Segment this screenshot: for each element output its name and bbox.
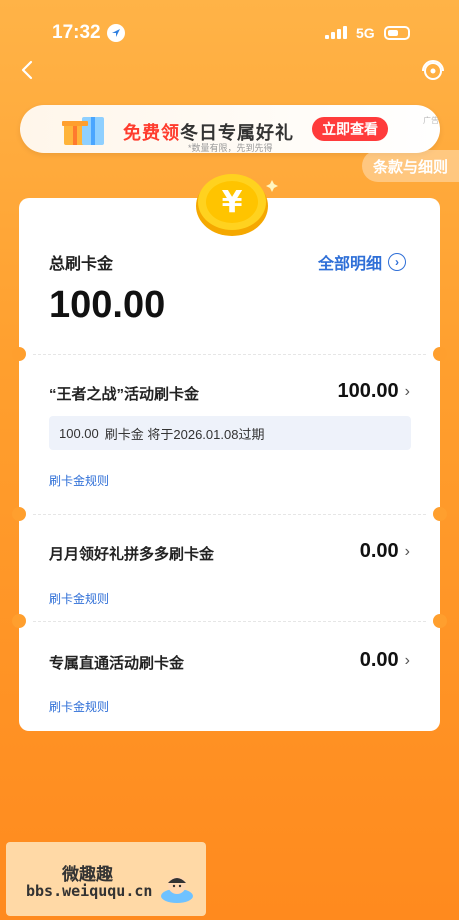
back-icon[interactable] — [16, 58, 40, 82]
item-title-2: 月月领好礼拼多多刷卡金 — [49, 546, 215, 563]
watermark-avatar-icon — [158, 868, 196, 906]
card-notch — [433, 347, 447, 361]
chevron-right-icon: › — [404, 651, 410, 669]
item-amount-1-value: 100.00 — [337, 380, 399, 402]
customer-service-icon[interactable] — [420, 58, 446, 84]
item-title-3: 专属直通活动刷卡金 — [49, 655, 185, 672]
banner-title-highlight: 免费领 — [123, 123, 180, 143]
status-time-text: 17:32 — [52, 22, 101, 43]
signal-icon — [325, 26, 347, 39]
card-notch — [12, 347, 26, 361]
svg-text:¥: ¥ — [222, 185, 243, 220]
item-amount-3-value: 0.00 — [359, 649, 399, 671]
rule-link-1[interactable]: 刷卡金规则 — [49, 472, 109, 489]
item-amount-2-value: 0.00 — [359, 540, 399, 562]
status-time: 17:32 — [52, 22, 125, 44]
all-details-link[interactable]: 全部明细 › — [318, 250, 407, 274]
card-notch — [433, 614, 447, 628]
card-notch — [12, 614, 26, 628]
expiry-note-text: 刷卡金 将于2026.01.08过期 — [104, 426, 265, 442]
rule-link-2[interactable]: 刷卡金规则 — [49, 590, 109, 607]
chevron-right-circle-icon: › — [388, 253, 407, 271]
watermark: 微趣趣 bbs.weiququ.cn — [6, 842, 206, 916]
item-title-1: “王者之战”活动刷卡金 — [49, 386, 200, 403]
location-arrow-icon — [106, 24, 125, 42]
terms-link[interactable]: 条款与细则 — [362, 150, 459, 182]
expiry-note-amount: 100.00 — [59, 425, 99, 441]
rule-link-3[interactable]: 刷卡金规则 — [49, 698, 109, 715]
chevron-right-icon: › — [404, 382, 410, 400]
watermark-url: bbs.weiququ.cn — [26, 882, 153, 900]
balance-card: 总刷卡金 全部明细 › 100.00 “王者之战”活动刷卡金 100.00 › … — [12, 198, 447, 731]
divider — [33, 621, 426, 622]
expiry-note: 100.00 刷卡金 将于2026.01.08过期 — [49, 416, 411, 450]
view-now-button[interactable]: 立即查看 — [312, 117, 388, 141]
battery-icon — [384, 26, 410, 40]
item-amount-3[interactable]: 0.00 › — [360, 649, 410, 672]
banner-subtitle: *数量有限，先到先得 — [188, 143, 273, 153]
status-bar: 17:32 5G — [0, 0, 459, 60]
banner-title-rest: 冬日专属好礼 — [180, 123, 294, 143]
total-amount: 100.00 — [49, 284, 166, 326]
chevron-right-icon: › — [404, 542, 410, 560]
network-label: 5G — [356, 25, 375, 41]
coin-icon: ¥ — [188, 168, 280, 238]
all-details-label: 全部明细 — [318, 256, 383, 273]
item-amount-2[interactable]: 0.00 › — [360, 540, 410, 563]
card-notch — [433, 507, 447, 521]
divider — [33, 514, 426, 515]
card-notch — [12, 507, 26, 521]
gift-icon — [60, 111, 108, 149]
divider — [33, 354, 426, 355]
total-label: 总刷卡金 — [49, 256, 114, 273]
ad-tag: 广告 — [423, 116, 439, 125]
promo-banner[interactable]: 免费领冬日专属好礼 *数量有限，先到先得 立即查看 广告 — [20, 105, 440, 153]
item-amount-1[interactable]: 100.00 › — [338, 380, 411, 403]
